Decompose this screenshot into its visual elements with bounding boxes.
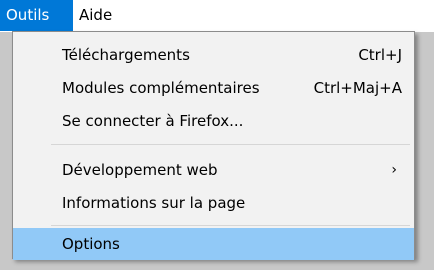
- shortcut-label: Ctrl+J: [358, 46, 402, 64]
- menu-item-informations-page[interactable]: Informations sur la page: [13, 187, 414, 219]
- menu-item-options[interactable]: Options: [13, 228, 414, 260]
- menu-item-telechargements[interactable]: Téléchargements Ctrl+J: [13, 39, 414, 71]
- shortcut-label: Ctrl+Maj+A: [313, 79, 402, 97]
- chevron-right-icon: ›: [391, 162, 397, 178]
- menu-item-se-connecter[interactable]: Se connecter à Firefox...: [13, 105, 414, 137]
- menu-item-label: Développement web: [62, 161, 218, 179]
- menu-item-label: Informations sur la page: [62, 194, 246, 212]
- menu-aide[interactable]: Aide: [73, 0, 125, 31]
- menu-item-developpement-web[interactable]: Développement web ›: [13, 154, 414, 186]
- menu-separator: [51, 225, 410, 226]
- menu-item-label: Options: [62, 235, 120, 253]
- menu-item-label: Modules complémentaires: [62, 79, 260, 97]
- menu-separator: [51, 144, 410, 145]
- menu-bar: Outils Aide: [0, 0, 434, 32]
- menu-outils[interactable]: Outils: [0, 0, 73, 31]
- menu-item-modules[interactable]: Modules complémentaires Ctrl+Maj+A: [13, 72, 414, 104]
- outils-dropdown-menu: Téléchargements Ctrl+J Modules complémen…: [12, 31, 415, 260]
- menu-item-label: Se connecter à Firefox...: [62, 112, 244, 130]
- menu-item-label: Téléchargements: [62, 46, 190, 64]
